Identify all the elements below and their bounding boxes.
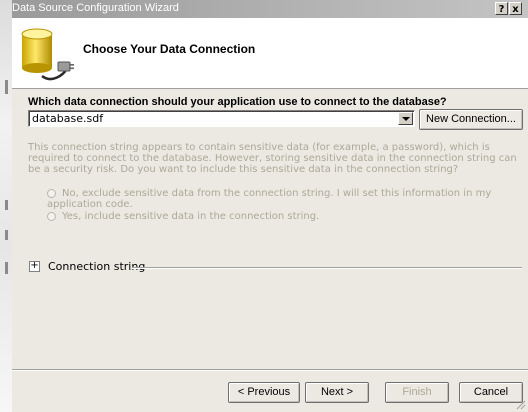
connection-string-label[interactable]: Connection string xyxy=(48,260,145,273)
connection-question: Which data connection should your applic… xyxy=(28,96,447,108)
page-title: Choose Your Data Connection xyxy=(83,42,256,56)
connection-select[interactable]: database.sdf xyxy=(28,110,415,127)
finish-button: Finish xyxy=(385,382,449,403)
radio-include-sensitive[interactable]: Yes, include sensitive data in the conne… xyxy=(47,211,319,222)
wizard-header: Choose Your Data Connection xyxy=(12,18,528,89)
database-connection-icon xyxy=(21,28,74,81)
expand-connection-string-button[interactable]: + xyxy=(29,261,40,272)
next-button[interactable]: Next > xyxy=(305,382,369,403)
window-title: Data Source Configuration Wizard xyxy=(12,2,179,14)
connection-select-value: database.sdf xyxy=(32,112,104,125)
background-window-edge xyxy=(0,0,12,412)
connection-string-divider xyxy=(132,267,522,269)
sensitive-data-description: This connection string appears to contai… xyxy=(28,142,517,175)
radio-button-icon[interactable] xyxy=(47,188,56,198)
previous-button[interactable]: < Previous xyxy=(228,382,300,403)
new-connection-button[interactable]: New Connection... xyxy=(419,109,523,130)
resize-grip-icon[interactable] xyxy=(515,399,526,410)
radio-button-icon[interactable] xyxy=(47,211,56,221)
wizard-window: Data Source Configuration Wizard ? x Cho… xyxy=(12,0,528,412)
radio-include-label: Yes, include sensitive data in the conne… xyxy=(62,211,320,222)
footer-divider xyxy=(12,369,528,371)
cancel-button[interactable]: Cancel xyxy=(459,382,523,403)
help-button[interactable]: ? xyxy=(495,2,508,15)
chevron-down-icon[interactable] xyxy=(398,112,413,125)
radio-exclude-label: No, exclude sensitive data from the conn… xyxy=(47,188,492,210)
close-button[interactable]: x xyxy=(509,2,522,15)
radio-exclude-sensitive[interactable]: No, exclude sensitive data from the conn… xyxy=(47,188,528,210)
title-bar[interactable]: Data Source Configuration Wizard ? x xyxy=(12,0,528,18)
